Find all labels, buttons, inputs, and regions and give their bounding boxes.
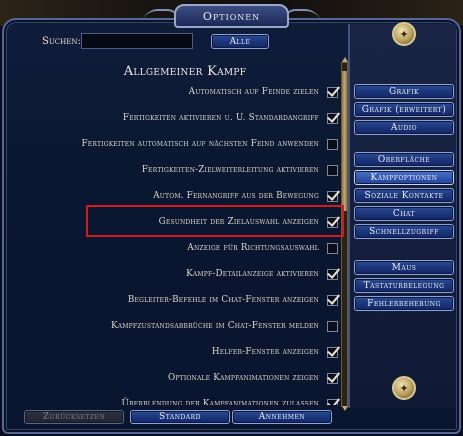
section-title: Allgemeiner Kampf (123, 64, 247, 79)
nav-item-group2-4[interactable]: Schnellzugriff (354, 224, 454, 239)
nav-item-group1-1[interactable]: Grafik (erweitert) (354, 102, 454, 117)
option-checkbox[interactable] (327, 164, 338, 176)
option-row[interactable]: Helfer-Fenster anzeigen (14, 340, 340, 364)
emblem-top-icon: ✦ (392, 22, 416, 46)
option-label: Helfer-Fenster anzeigen (211, 347, 319, 357)
option-label: Automatisch auf Feinde zielen (188, 87, 319, 97)
nav-item-group2-1[interactable]: Kampfoptionen (354, 170, 454, 185)
option-checkbox[interactable] (327, 294, 338, 306)
search-input[interactable] (81, 33, 193, 49)
nav-item-group2-3[interactable]: Chat (354, 206, 454, 221)
option-row[interactable]: Fertigkeiten-Zielweiterleitung aktiviere… (14, 158, 340, 182)
nav-item-group2-2[interactable]: Soziale Kontakte (354, 188, 454, 203)
option-checkbox[interactable] (327, 346, 338, 358)
reset-button[interactable]: Zurücksetzen (24, 410, 124, 424)
option-row[interactable]: Fertigkeiten automatisch auf nächsten Fe… (14, 132, 340, 156)
option-row[interactable]: Begleiter-Befehle im Chat-Fenster anzeig… (14, 288, 340, 312)
option-row[interactable]: Fertigkeiten aktivieren u. U. Standardan… (14, 106, 340, 130)
nav-item-group1-0[interactable]: Grafik (354, 84, 454, 99)
emblem-bottom-icon: ✦ (392, 376, 416, 400)
option-checkbox[interactable] (327, 86, 338, 98)
option-row[interactable]: Kampfzustandsabbrüche im Chat-Fenster me… (14, 314, 340, 338)
option-label: Anzeige für Richtungsauswahl (187, 243, 319, 253)
search-label: Suchen: (42, 36, 81, 47)
option-label: Optionale Kampfanimationen zeigen (167, 373, 319, 383)
option-row[interactable]: Kampf-Detailanzeige aktivieren (14, 262, 340, 286)
window-title-tab: Optionen (174, 4, 289, 28)
option-row[interactable]: Optionale Kampfanimationen zeigen (14, 366, 340, 390)
option-label: Autom. Fernangriff aus der Bewegung (153, 191, 319, 201)
nav-item-group3-0[interactable]: Maus (354, 260, 454, 275)
option-checkbox[interactable] (327, 320, 338, 332)
scrollbar-thumb[interactable] (342, 71, 347, 211)
option-label: Begleiter-Befehle im Chat-Fenster anzeig… (127, 295, 319, 305)
option-label: Fertigkeiten automatisch auf nächsten Fe… (81, 139, 319, 149)
option-label: Fertigkeiten aktivieren u. U. Standardan… (122, 113, 319, 123)
option-label: Überblendung der Kampfanimationen zulass… (121, 399, 319, 405)
standard-button[interactable]: Standard (130, 410, 230, 424)
accept-button[interactable]: Annehmen (232, 410, 332, 424)
option-checkbox[interactable] (327, 242, 338, 254)
option-label: Kampf-Detailanzeige aktivieren (186, 269, 319, 279)
option-row[interactable]: Anzeige für Richtungsauswahl (14, 236, 340, 260)
option-row[interactable]: Überblendung der Kampfanimationen zulass… (14, 392, 340, 405)
option-checkbox[interactable] (327, 190, 338, 202)
option-checkbox[interactable] (327, 138, 338, 150)
options-list: Automatisch auf Feinde zielen Fertigkeite… (14, 80, 340, 405)
nav-item-group2-0[interactable]: Oberfläche (354, 152, 454, 167)
nav-item-group3-2[interactable]: Fehlerbehebung (354, 296, 454, 311)
nav-item-group1-2[interactable]: Audio (354, 120, 454, 135)
nav-item-group3-1[interactable]: Tastaturbelegung (354, 278, 454, 293)
option-checkbox[interactable] (327, 112, 338, 124)
all-button[interactable]: Alle (211, 34, 269, 49)
option-checkbox[interactable] (327, 268, 338, 280)
option-checkbox[interactable] (327, 372, 338, 384)
option-row[interactable]: Automatisch auf Feinde zielen (14, 80, 340, 104)
window-title: Optionen (202, 9, 261, 23)
option-label: Kampfzustandsabbrüche im Chat-Fenster me… (110, 321, 319, 331)
option-checkbox[interactable] (327, 398, 338, 405)
option-label: Fertigkeiten-Zielweiterleitung aktiviere… (141, 165, 319, 175)
highlight-frame (86, 205, 344, 237)
